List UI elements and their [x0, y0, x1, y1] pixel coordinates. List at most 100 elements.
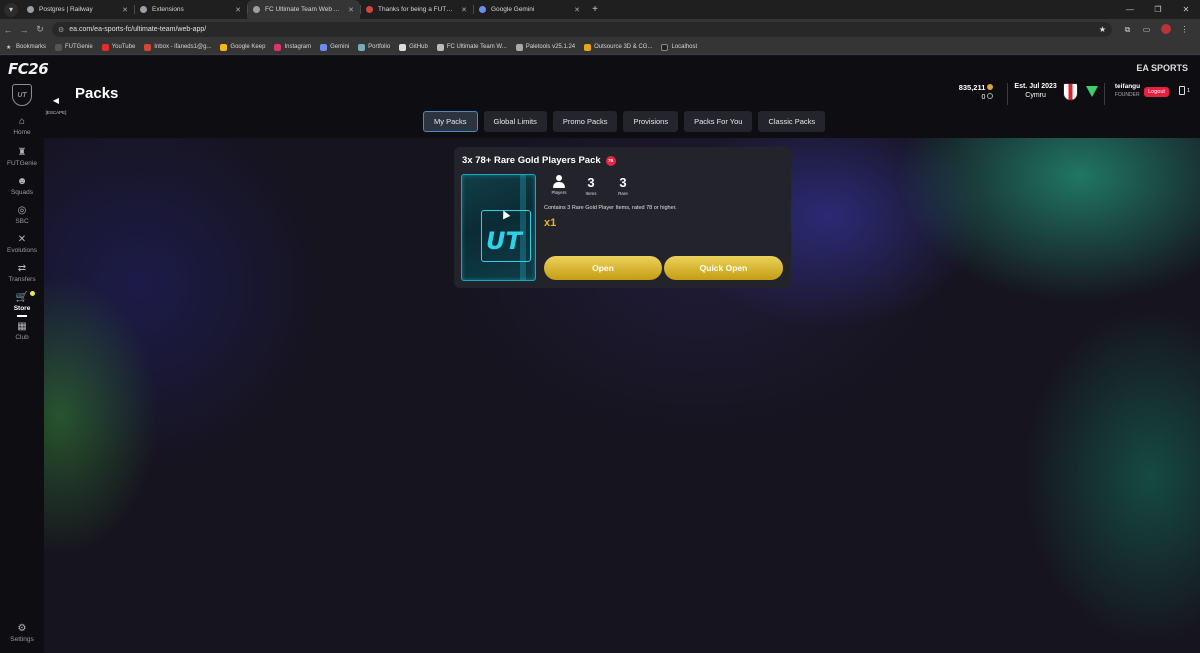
club-crest-icon: [1062, 83, 1078, 101]
bookmark-item[interactable]: FUTGenie: [55, 43, 93, 51]
nav-transfers[interactable]: ⇄ Transfers: [0, 263, 44, 283]
bookmark-item[interactable]: Inbox - ifaneds1@g...: [144, 43, 211, 51]
bookmark-item[interactable]: Outsource 3D & CG...: [584, 43, 652, 51]
close-tab-icon[interactable]: ✕: [348, 6, 354, 14]
back-arrow-icon: ◀: [52, 96, 60, 105]
favicon-icon: [140, 6, 147, 13]
browser-tab[interactable]: Extensions ✕: [134, 0, 247, 19]
back-icon[interactable]: ←: [0, 25, 16, 35]
escape-hint: [ESCAPE]: [45, 110, 67, 115]
extensions-icon[interactable]: ⧉: [1118, 25, 1137, 35]
club-icon: ▦: [17, 321, 27, 332]
url-text: ea.com/ea-sports-fc/ultimate-team/web-ap…: [69, 26, 207, 33]
maximize-icon[interactable]: ❐: [1144, 0, 1172, 19]
tab-search-icon[interactable]: ▾: [4, 2, 18, 17]
ut-badge-icon: UT: [12, 84, 32, 106]
gemini-favicon-icon: [479, 6, 486, 13]
tab-packs-for-you[interactable]: Packs For You: [684, 111, 753, 132]
divider: [1007, 83, 1009, 105]
bookmark-item[interactable]: Portfolio: [358, 43, 390, 51]
tab-provisions[interactable]: Provisions: [623, 111, 679, 132]
currency-display: 835,211 0: [959, 83, 994, 101]
new-tab-icon[interactable]: +: [588, 4, 602, 15]
open-button[interactable]: Open: [544, 256, 662, 280]
bookmark-star-icon[interactable]: ★: [1099, 25, 1106, 34]
pack-stats: Players 3 Items 3 Rare: [543, 175, 639, 196]
user-info: 835,211 0 Est. Jul 2023 Cymru teifangu F…: [959, 83, 1190, 105]
browser-tab-active[interactable]: FC Ultimate Team Web App - U✕: [247, 0, 360, 19]
bookmark-item[interactable]: FC Ultimate Team W...: [436, 43, 507, 51]
nav-sbc[interactable]: ◎ SBC: [0, 205, 44, 225]
club-info: Est. Jul 2023 Cymru: [1014, 83, 1056, 99]
nav-squads[interactable]: ☻ Squads: [0, 176, 44, 196]
browser-tab[interactable]: Postgres | Railway ✕: [21, 0, 134, 19]
close-tab-icon[interactable]: ✕: [122, 6, 128, 14]
bookmark-item[interactable]: ★ Bookmarks: [6, 44, 46, 51]
stat-rare: 3 Rare: [618, 175, 628, 196]
device-icon: [1178, 86, 1185, 95]
tab-my-packs[interactable]: My Packs: [423, 111, 478, 132]
bookmark-item[interactable]: GitHub: [399, 43, 428, 51]
nav-settings[interactable]: ⚙ Settings: [0, 623, 44, 643]
bookmarks-bar: ★ Bookmarks FUTGenie YouTube Inbox - ifan…: [0, 40, 1200, 55]
cart-icon: 🛒: [15, 292, 29, 303]
active-indicator: [17, 315, 27, 317]
close-tab-icon[interactable]: ✕: [574, 6, 580, 14]
tab-classic-packs[interactable]: Classic Packs: [758, 111, 826, 132]
window-controls: — ❐ ✕: [1116, 0, 1200, 19]
user-account: teifangu FOUNDER: [1115, 83, 1140, 98]
close-tab-icon[interactable]: ✕: [235, 6, 241, 14]
nav-futgenie[interactable]: ♜ FUTGenie: [0, 147, 44, 167]
menu-icon[interactable]: ⋮: [1175, 25, 1194, 34]
coin-icon: [987, 84, 994, 90]
fc-logo: FC26: [8, 60, 49, 78]
nav-home[interactable]: ⌂ Home: [0, 116, 44, 136]
bookmark-item[interactable]: YouTube: [101, 43, 135, 51]
devices-indicator[interactable]: 1: [1178, 86, 1190, 95]
sidepanel-icon[interactable]: ▭: [1137, 25, 1156, 34]
ea-sports-logo: EA SPORTS: [1136, 63, 1188, 73]
favicon-icon: [253, 6, 260, 13]
transfers-icon: ⇄: [17, 263, 27, 274]
page-title: Packs: [75, 85, 119, 102]
pack-image[interactable]: UT: [461, 174, 536, 281]
gmail-favicon-icon: [366, 6, 373, 13]
notification-dot: [30, 291, 35, 296]
reload-icon[interactable]: ↻: [32, 24, 48, 35]
bookmark-item[interactable]: Google Keep: [220, 43, 265, 51]
person-icon: [553, 175, 565, 189]
founder-badge: FOUNDER: [1114, 92, 1140, 98]
username: teifangu: [1114, 83, 1141, 90]
nav-club[interactable]: ▦ Club: [0, 321, 44, 341]
sbc-icon: ◎: [17, 205, 27, 216]
browser-tab[interactable]: Google Gemini ✕: [473, 0, 586, 19]
close-window-icon[interactable]: ✕: [1172, 0, 1200, 19]
evolutions-icon: ✕: [17, 234, 27, 245]
kit-icon: [1085, 86, 1098, 97]
url-input[interactable]: ⚙ ea.com/ea-sports-fc/ultimate-team/web-…: [52, 22, 1112, 37]
bookmark-item[interactable]: Paletools v25.1.24: [515, 43, 575, 51]
back-button[interactable]: ◀ [ESCAPE]: [45, 90, 67, 115]
minimize-icon[interactable]: —: [1116, 0, 1144, 19]
stat-items: 3 Items: [585, 175, 597, 196]
stat-players: Players: [543, 175, 575, 196]
quick-open-button[interactable]: Quick Open: [664, 256, 783, 280]
pack-ut-logo: UT: [486, 227, 522, 255]
site-info-icon[interactable]: ⚙: [58, 26, 64, 34]
tab-promo-packs[interactable]: Promo Packs: [552, 111, 618, 132]
close-tab-icon[interactable]: ✕: [461, 6, 467, 14]
toolbar-actions: ⧉ ▭ ⋮: [1118, 23, 1194, 36]
bookmark-item[interactable]: Gemini: [320, 43, 349, 51]
untradeable-tag-icon: 76: [605, 155, 616, 166]
coins-value: 835,211: [958, 83, 986, 92]
logout-button[interactable]: Logout: [1144, 87, 1169, 97]
tab-global-limits[interactable]: Global Limits: [483, 111, 547, 132]
nav-evolutions[interactable]: ✕ Evolutions: [0, 234, 44, 254]
favicon-icon: [27, 6, 34, 13]
bookmark-item[interactable]: Instagram: [274, 43, 311, 51]
browser-tab[interactable]: Thanks for being a FUTGenie F✕: [360, 0, 473, 19]
bookmark-item[interactable]: Localhost: [661, 43, 697, 51]
nav-store[interactable]: 🛒 Store: [0, 291, 44, 317]
profile-avatar[interactable]: [1156, 23, 1175, 36]
forward-icon[interactable]: →: [16, 25, 32, 35]
